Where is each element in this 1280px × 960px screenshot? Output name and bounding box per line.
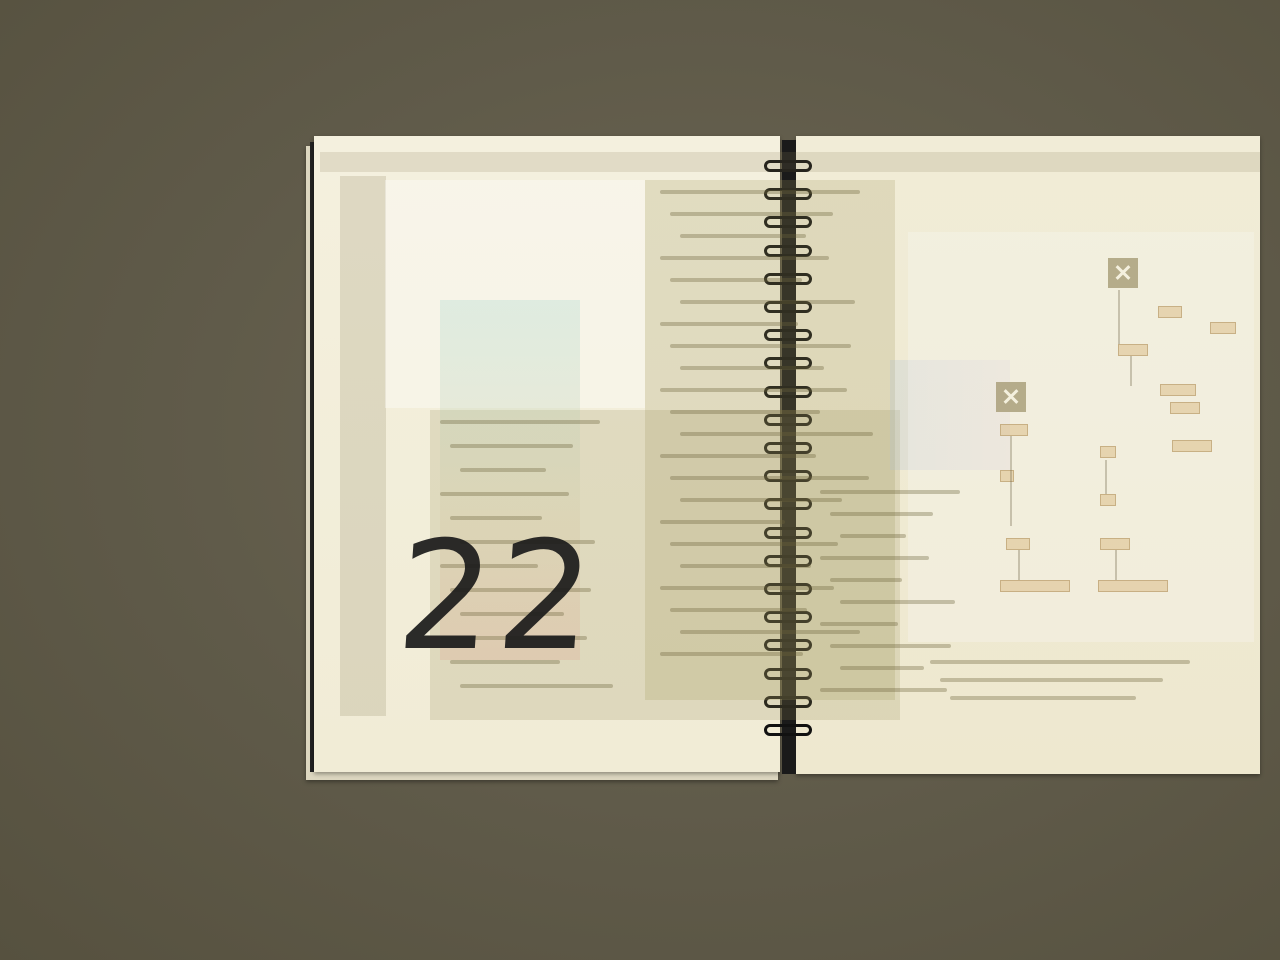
code-line bbox=[460, 468, 546, 472]
code-line bbox=[680, 366, 824, 370]
patch-wire bbox=[1105, 460, 1107, 494]
close-icon bbox=[1108, 258, 1138, 288]
spiral-ring bbox=[764, 611, 812, 624]
spiral-ring bbox=[764, 667, 812, 680]
code-line bbox=[670, 410, 820, 414]
code-line bbox=[820, 622, 898, 626]
code-line bbox=[950, 696, 1136, 700]
patch-wire bbox=[1118, 290, 1120, 344]
code-line bbox=[680, 234, 806, 238]
code-line bbox=[660, 190, 860, 194]
code-line bbox=[670, 476, 869, 480]
patch-node bbox=[1158, 306, 1182, 318]
code-line bbox=[670, 608, 807, 612]
code-line bbox=[940, 678, 1163, 682]
code-line bbox=[440, 420, 600, 424]
code-line bbox=[820, 556, 929, 560]
code-line bbox=[660, 454, 816, 458]
code-line bbox=[820, 490, 960, 494]
code-line bbox=[670, 278, 802, 282]
patch-wire bbox=[1018, 550, 1020, 580]
code-line bbox=[830, 578, 902, 582]
patch-node bbox=[1100, 494, 1116, 506]
patch-node bbox=[1170, 402, 1200, 414]
spiral-ring bbox=[764, 526, 812, 539]
code-line bbox=[820, 688, 947, 692]
spiral-ring bbox=[764, 695, 812, 708]
patch-node bbox=[1006, 538, 1030, 550]
patch-wire bbox=[1130, 356, 1132, 386]
code-line bbox=[830, 644, 951, 648]
code-line bbox=[680, 498, 842, 502]
spiral-ring bbox=[764, 724, 812, 736]
code-line bbox=[660, 586, 834, 590]
patch-node bbox=[1118, 344, 1148, 356]
spiral-ring bbox=[764, 216, 812, 229]
patch-node bbox=[1098, 580, 1168, 592]
close-icon bbox=[996, 382, 1026, 412]
patch-node bbox=[1172, 440, 1212, 452]
spiral-ring bbox=[764, 160, 812, 172]
spiral-ring bbox=[764, 329, 812, 342]
code-line bbox=[460, 684, 613, 688]
code-line bbox=[450, 444, 573, 448]
code-line bbox=[680, 300, 855, 304]
patch-node bbox=[1100, 538, 1130, 550]
code-line bbox=[660, 322, 798, 326]
code-line bbox=[840, 600, 955, 604]
code-line bbox=[670, 344, 851, 348]
spiral-ring bbox=[764, 442, 812, 454]
code-line bbox=[660, 652, 803, 656]
code-line bbox=[670, 212, 833, 216]
patch-node bbox=[1210, 322, 1236, 334]
code-line bbox=[660, 520, 785, 524]
spiral-ring bbox=[764, 244, 812, 257]
code-line bbox=[680, 564, 811, 568]
code-line bbox=[680, 432, 873, 436]
patch-node bbox=[1160, 384, 1196, 396]
code-line bbox=[660, 388, 847, 392]
handwritten-page-number: 22 bbox=[391, 510, 603, 684]
patch-node bbox=[1100, 446, 1116, 458]
code-line bbox=[440, 492, 569, 496]
spiral-ring bbox=[764, 413, 812, 426]
code-line bbox=[840, 666, 924, 670]
code-line bbox=[680, 630, 860, 634]
code-line bbox=[830, 512, 933, 516]
patch-node bbox=[1000, 424, 1028, 436]
code-line bbox=[840, 534, 906, 538]
code-line bbox=[930, 660, 1190, 664]
patch-wire bbox=[1115, 550, 1117, 580]
spiral-ring bbox=[764, 639, 812, 652]
code-line bbox=[660, 256, 829, 260]
patch-node bbox=[1000, 580, 1070, 592]
scene: 22 bbox=[0, 0, 1280, 960]
patch-wire bbox=[1010, 436, 1012, 526]
code-line bbox=[670, 542, 838, 546]
